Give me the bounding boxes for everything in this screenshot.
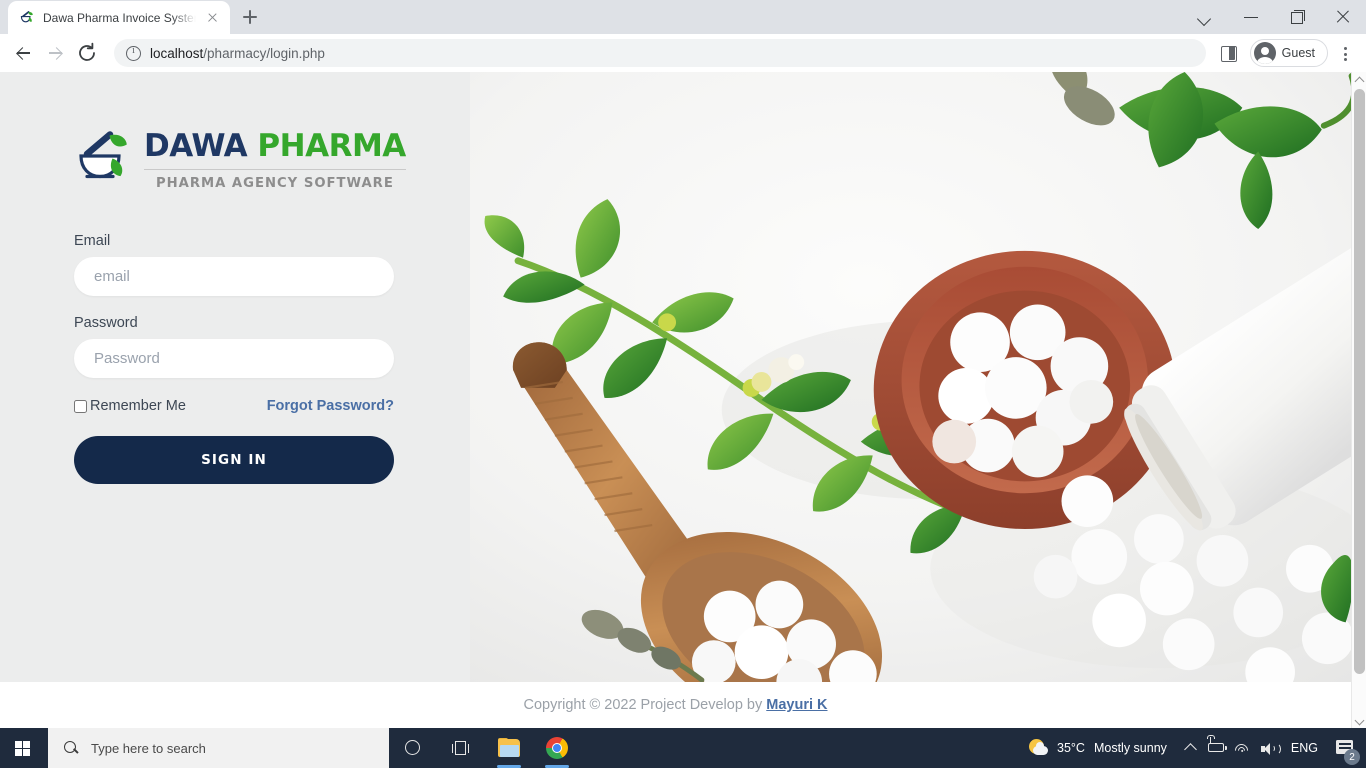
weather-widget[interactable]: 35°C Mostly sunny [1019,728,1177,768]
windows-taskbar: Type here to search 35°C Mostly sunny EN… [0,728,1366,768]
hero-photo [470,72,1351,682]
search-placeholder: Type here to search [91,740,206,756]
forgot-password-link[interactable]: Forgot Password? [267,398,394,414]
form-options-row: Remember Me Forgot Password? [74,398,394,414]
logo-tagline: PHARMA AGENCY SOFTWARE [144,169,406,191]
login-form: Email Password Remember Me Forgot Passwo… [74,233,394,484]
temperature-text: 35°C [1057,741,1085,755]
page-viewport: DAWA PHARMA PHARMA AGENCY SOFTWARE Email… [0,72,1366,728]
close-icon[interactable] [204,9,221,26]
url-text: localhost/pharmacy/login.php [150,46,325,61]
arrow-back-icon[interactable] [8,38,38,68]
maximize-icon[interactable] [1274,0,1320,34]
taskbar-search-input[interactable]: Type here to search [48,728,389,768]
wifi-icon[interactable] [1229,728,1255,768]
partly-sunny-icon [1029,738,1049,758]
weather-condition-text: Mostly sunny [1093,741,1167,755]
brand-wordmark: DAWA PHARMA PHARMA AGENCY SOFTWARE [144,129,406,191]
file-explorer-icon[interactable] [485,728,533,768]
profile-name: Guest [1281,46,1315,60]
side-panel-icon[interactable] [1214,39,1242,67]
windows-start-icon[interactable] [0,728,48,768]
password-field[interactable] [74,339,394,378]
system-tray: 35°C Mostly sunny ENG 2 [1019,728,1366,768]
login-page: DAWA PHARMA PHARMA AGENCY SOFTWARE Email… [0,72,1351,728]
search-icon [64,740,79,756]
notification-count-badge: 2 [1344,749,1360,765]
remember-me-group[interactable]: Remember Me [74,398,186,414]
window-controls [1182,0,1366,34]
terracotta-bowl [873,250,1176,530]
reload-icon[interactable] [72,38,102,68]
scroll-down-arrow-icon[interactable] [1352,713,1366,728]
profile-button[interactable]: Guest [1249,39,1328,67]
volume-icon[interactable] [1255,728,1281,768]
chrome-icon[interactable] [533,728,581,768]
mortar-pestle-leaf-icon [74,129,136,191]
hero-section: DAWA PHARMA PHARMA AGENCY SOFTWARE Email… [0,72,1351,682]
url-path: /pharmacy/login.php [203,45,325,61]
task-view-icon[interactable] [437,728,485,768]
avatar [1253,42,1276,64]
tab-title: Dawa Pharma Invoice System - M [43,10,196,25]
password-label: Password [74,315,138,331]
remember-me-label: Remember Me [90,398,186,414]
scroll-up-arrow-icon[interactable] [1352,72,1366,87]
battery-charging-icon[interactable] [1203,728,1229,768]
logo-word-secondary: PHARMA [257,128,406,164]
pharmacy-photo-illustration [470,72,1351,682]
browser-tab[interactable]: Dawa Pharma Invoice System - M [8,1,230,34]
tab-strip: Dawa Pharma Invoice System - M [0,0,1366,34]
new-tab-button[interactable] [236,3,264,31]
three-dot-menu-icon[interactable] [1332,39,1358,67]
logo-word-primary: DAWA [144,128,248,164]
page-footer: Copyright © 2022 Project Develop by Mayu… [0,682,1351,728]
minimize-icon[interactable] [1228,0,1274,34]
info-circle-icon[interactable] [126,45,141,61]
cortana-icon[interactable] [389,728,437,768]
email-field[interactable] [74,257,394,296]
chevron-up-icon[interactable] [1177,728,1203,768]
login-panel: DAWA PHARMA PHARMA AGENCY SOFTWARE Email… [0,72,470,682]
chevron-down-icon[interactable] [1182,0,1228,34]
browser-toolbar: localhost/pharmacy/login.php Guest [0,34,1366,72]
scrollbar-thumb[interactable] [1354,89,1365,674]
url-host: localhost [150,45,204,61]
mortar-pestle-icon [19,10,35,26]
address-bar[interactable]: localhost/pharmacy/login.php [114,39,1206,67]
email-label: Email [74,233,111,249]
browser-window: Dawa Pharma Invoice System - M localhost… [0,0,1366,728]
copyright-text: Copyright © 2022 Project Develop by [523,697,763,713]
sign-in-button[interactable]: SIGN IN [74,436,394,484]
arrow-forward-icon[interactable] [40,38,70,68]
logo-words: DAWA PHARMA [144,128,406,164]
language-indicator[interactable]: ENG [1281,741,1328,755]
notifications-icon[interactable]: 2 [1328,728,1362,768]
page-scrollbar[interactable] [1351,72,1366,728]
author-link[interactable]: Mayuri K [766,697,827,713]
brand-logo: DAWA PHARMA PHARMA AGENCY SOFTWARE [74,129,470,191]
close-icon[interactable] [1320,0,1366,34]
remember-me-checkbox[interactable] [74,399,87,413]
